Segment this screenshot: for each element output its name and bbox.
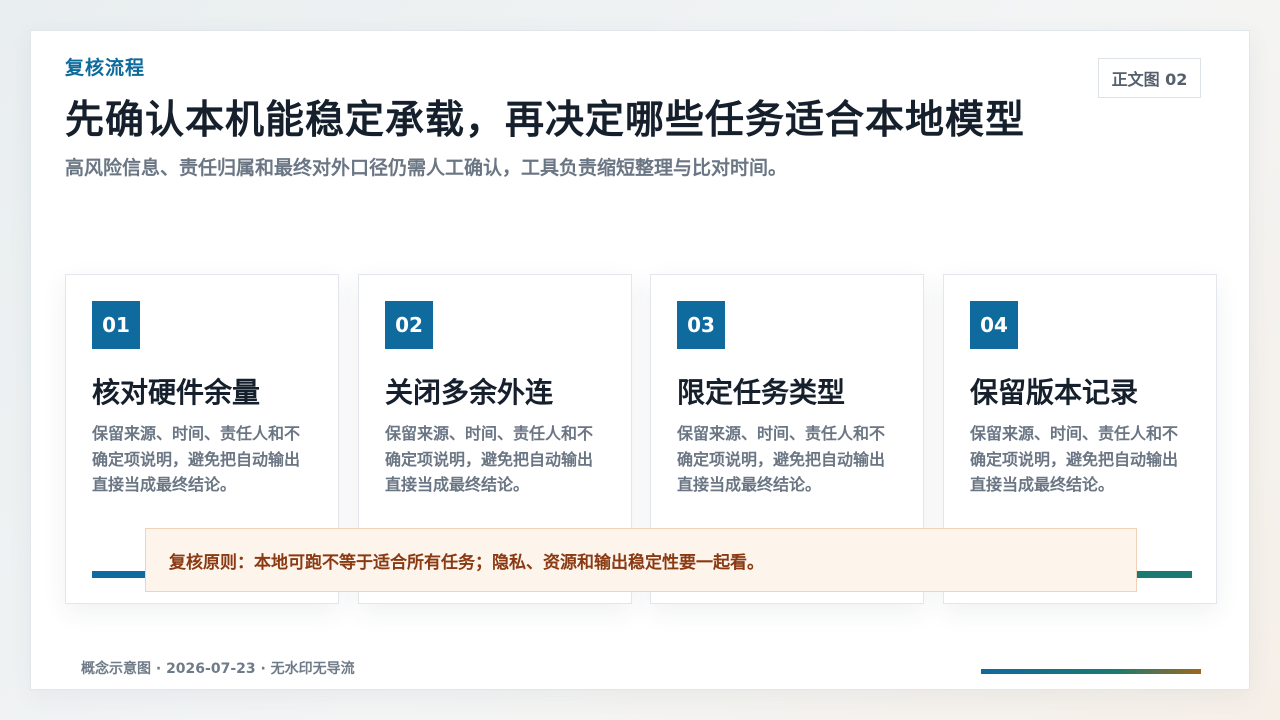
section-eyebrow: 复核流程 <box>65 57 146 79</box>
review-principle-callout: 复核原则：本地可跑不等于适合所有任务；隐私、资源和输出稳定性要一起看。 <box>145 528 1137 592</box>
figure-tag: 正文图 02 <box>1098 58 1201 98</box>
step-description: 保留来源、时间、责任人和不确定项说明，避免把自动输出直接当成最终结论。 <box>92 424 301 494</box>
step-description: 保留来源、时间、责任人和不确定项说明，避免把自动输出直接当成最终结论。 <box>970 424 1179 494</box>
step-number-badge: 03 <box>677 301 725 349</box>
step-title: 关闭多余外连 <box>385 376 554 409</box>
page-title: 先确认本机能稳定承载，再决定哪些任务适合本地模型 <box>65 98 1026 143</box>
step-description: 保留来源、时间、责任人和不确定项说明，避免把自动输出直接当成最终结论。 <box>385 424 594 494</box>
step-title: 核对硬件余量 <box>92 376 261 409</box>
step-number-badge: 02 <box>385 301 433 349</box>
step-description: 保留来源、时间、责任人和不确定项说明，避免把自动输出直接当成最终结论。 <box>677 424 886 494</box>
footer-gradient-line <box>981 669 1201 674</box>
footer-caption: 概念示意图 · 2026-07-23 · 无水印无导流 <box>81 661 355 677</box>
step-number-badge: 04 <box>970 301 1018 349</box>
step-title: 限定任务类型 <box>677 376 846 409</box>
step-title: 保留版本记录 <box>970 376 1139 409</box>
page-subtitle: 高风险信息、责任归属和最终对外口径仍需人工确认，工具负责缩短整理与比对时间。 <box>65 157 788 179</box>
slide: 复核流程 先确认本机能稳定承载，再决定哪些任务适合本地模型 高风险信息、责任归属… <box>30 30 1250 690</box>
step-number-badge: 01 <box>92 301 140 349</box>
